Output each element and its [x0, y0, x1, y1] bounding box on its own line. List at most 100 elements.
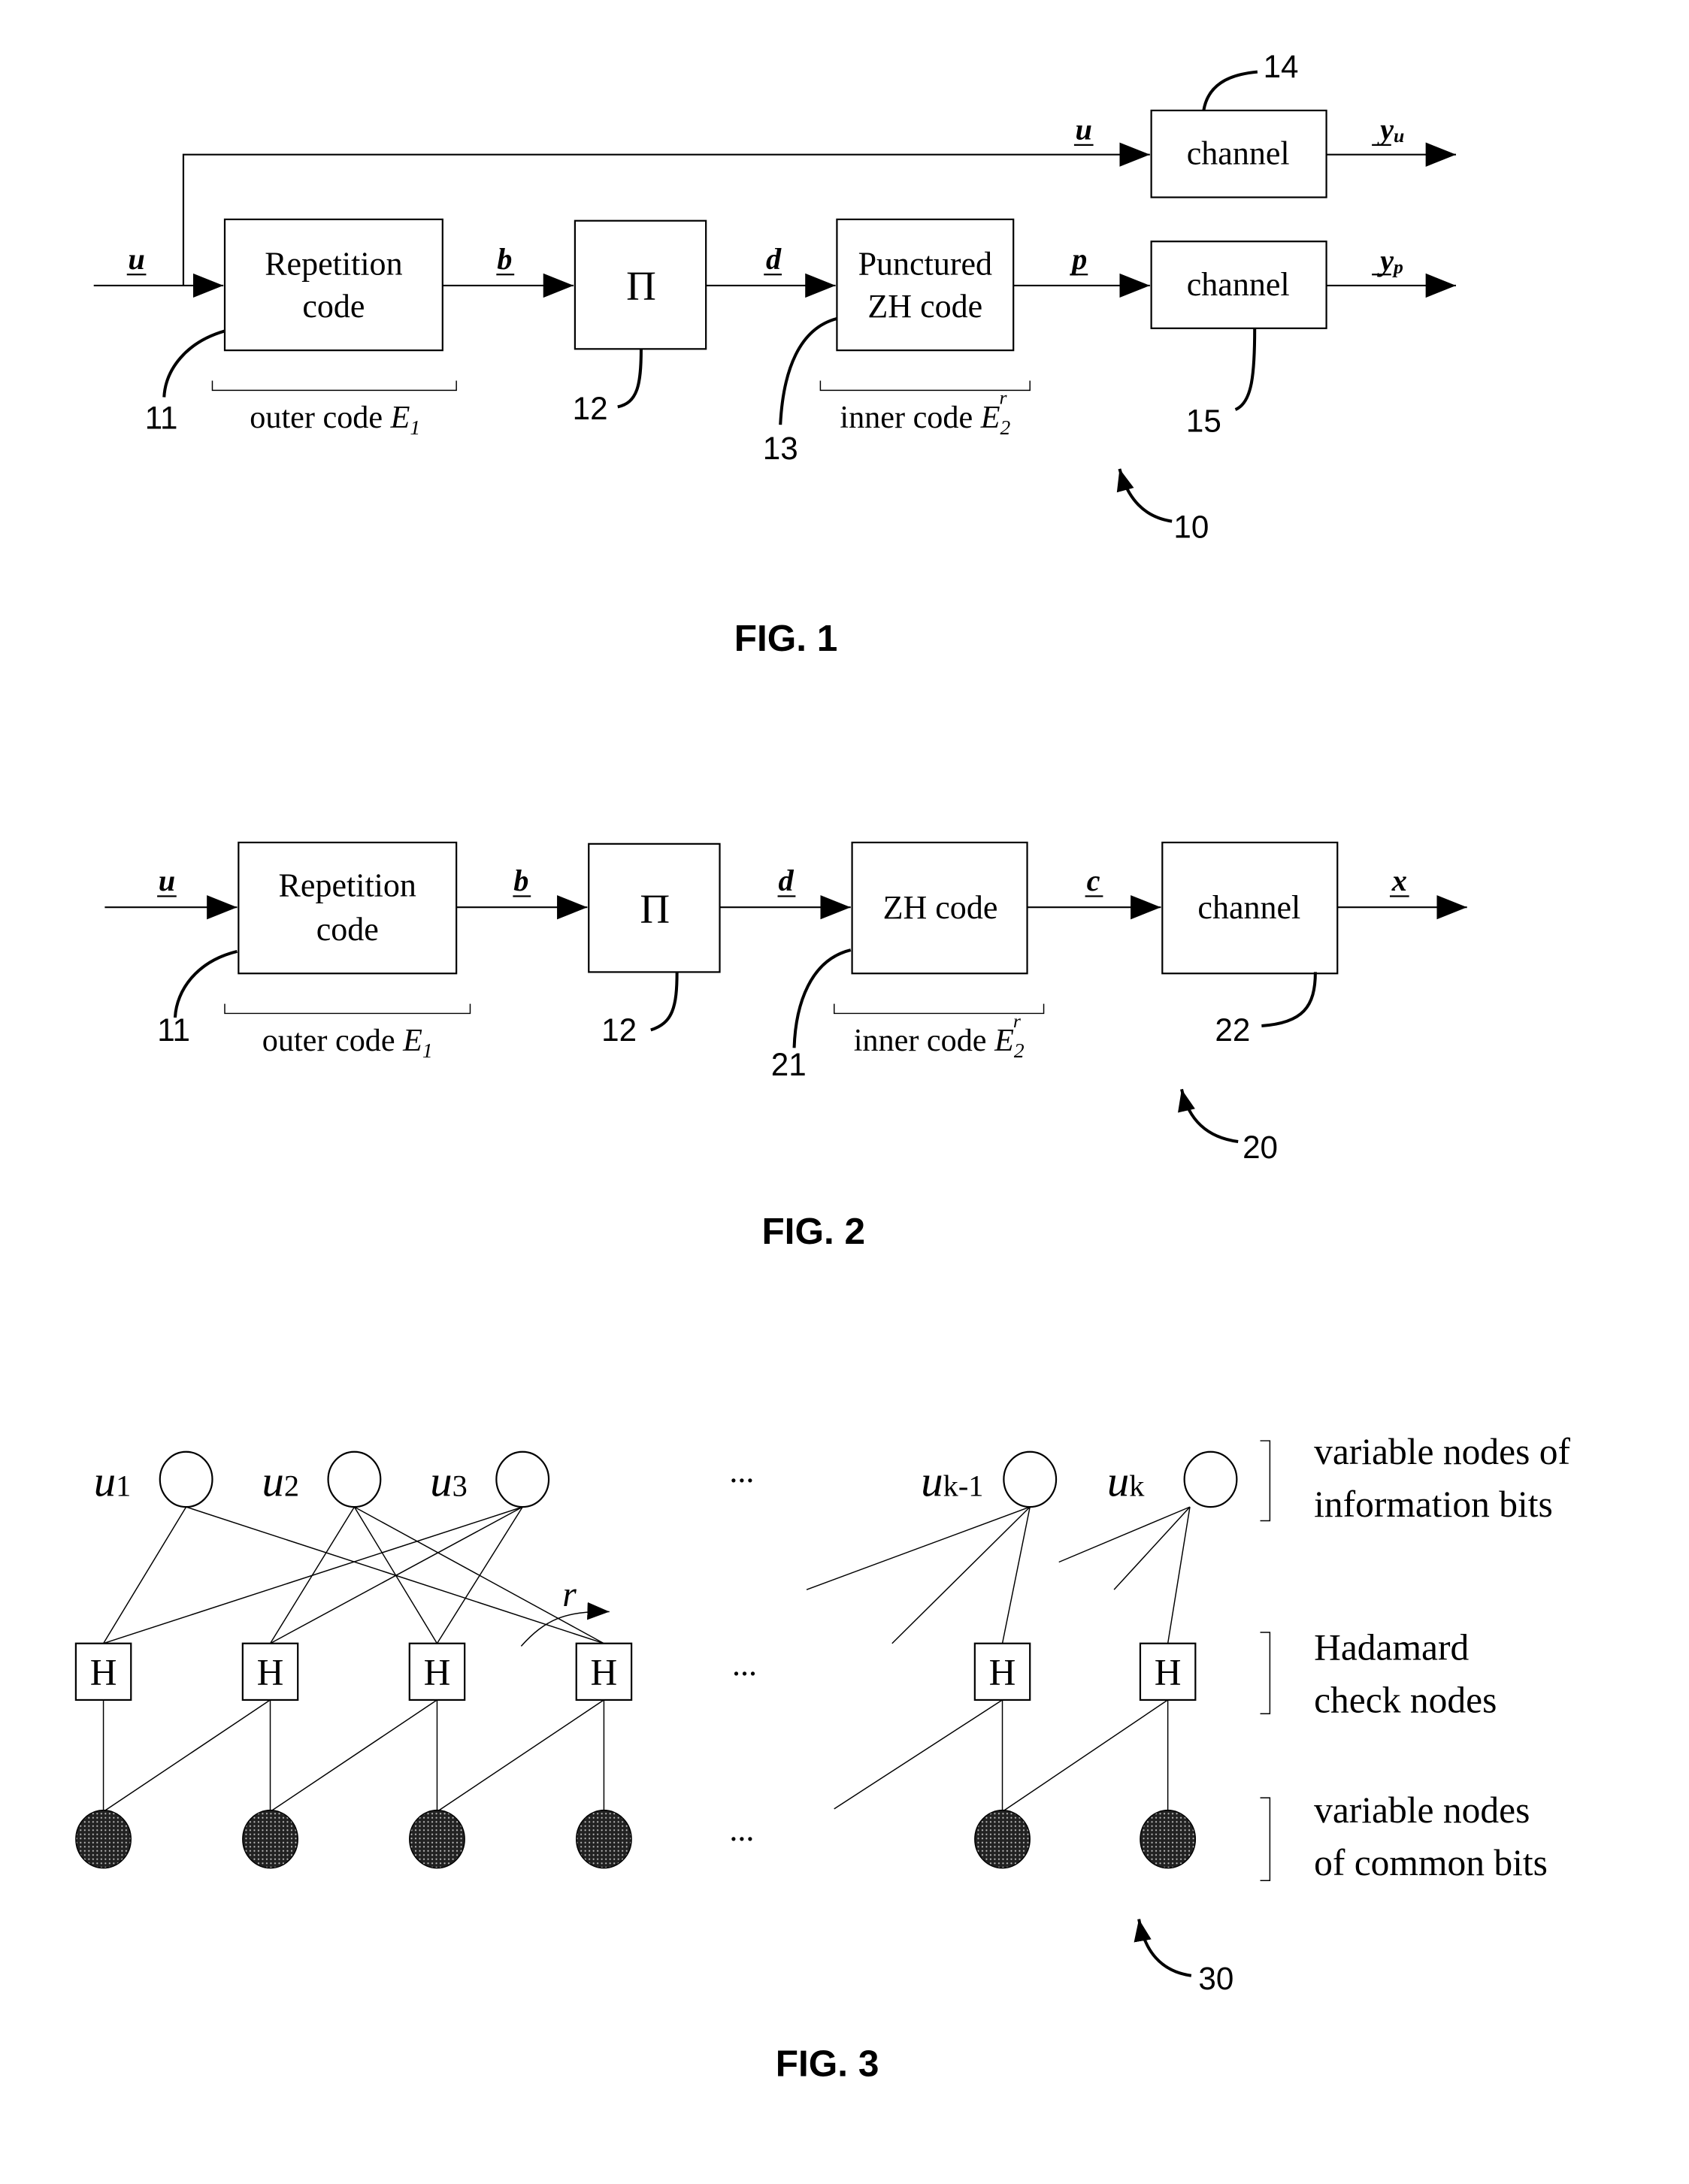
figure-1: u u Repetition code b Π d Punctured ZH c… [93, 49, 1457, 659]
fig2-ref-22: 22 [1215, 1012, 1250, 1048]
fig1-inner-code-bracket [819, 380, 1031, 392]
fig2-ref-leader-22 [1261, 972, 1317, 1027]
fig2-repetition-code-block: Repetition code [238, 841, 458, 975]
fig2-outer-code-bracket [224, 1003, 471, 1015]
fig2-ref-leader-12 [650, 972, 679, 1032]
fig1-channel-bottom-block: channel [1150, 240, 1327, 329]
fig2-signal-c: c [1087, 864, 1100, 897]
fig1-ref-10: 10 [1173, 510, 1209, 545]
fig3-info-node-k: uk [1107, 1450, 1238, 1508]
fig3-check-node: H [74, 1642, 132, 1702]
fig2-inner-code-bracket [834, 1003, 1045, 1015]
fig3-ellipsis-common: ... [729, 1811, 754, 1848]
fig1-ref-12: 12 [573, 391, 608, 426]
svg-text:uk: uk [1107, 1457, 1145, 1505]
fig1-repetition-label-2: code [302, 288, 365, 325]
fig1-system-arrow [1116, 468, 1173, 523]
fig1-channel-top-label: channel [1187, 135, 1290, 172]
fig1-inner-code-label: inner code E2r [840, 387, 1010, 439]
fig3-legend-bracket-common [1260, 1797, 1271, 1881]
svg-text:H: H [989, 1652, 1016, 1693]
fig1-ref-leader-15 [1234, 328, 1257, 411]
fig3-legend-bracket-info [1260, 1440, 1271, 1522]
fig3-legend-common-1: variable nodes [1314, 1789, 1530, 1831]
figure-3: r u1 u2 u3 uk-1 uk H H H H H H ... ... .… [74, 1431, 1571, 2085]
svg-text:H: H [424, 1652, 451, 1693]
fig1-ref-leader-12 [617, 349, 643, 409]
fig2-caption: FIG. 2 [761, 1211, 865, 1252]
fig3-common-node [575, 1809, 632, 1869]
patent-drawing-sheet: u u Repetition code b Π d Punctured ZH c… [74, 49, 1571, 2085]
fig3-check-node: H [241, 1642, 299, 1702]
fig1-signal-u-top: u [1076, 113, 1092, 147]
fig1-channel-bottom-label: channel [1187, 266, 1290, 303]
svg-text:H: H [1155, 1652, 1182, 1693]
fig1-channel-top-block: channel [1150, 109, 1327, 198]
fig1-interleaver-label: Π [626, 262, 656, 308]
fig1-signal-b: b [497, 242, 512, 276]
fig2-ref-21: 21 [771, 1047, 807, 1082]
fig2-ref-20: 20 [1243, 1130, 1278, 1165]
fig3-check-node: H [973, 1642, 1031, 1702]
fig3-info-node-1: u1 [94, 1450, 213, 1508]
fig3-legend-info-1: variable nodes of [1314, 1431, 1570, 1472]
fig3-info-node-2: u2 [262, 1450, 382, 1508]
fig3-edges-check-common [102, 1699, 1169, 1813]
fig2-signal-x: x [1391, 864, 1407, 897]
fig2-signal-u: u [159, 864, 175, 897]
fig2-inner-code-label: inner code E2r [854, 1010, 1025, 1062]
fig1-zh-label-2: ZH code [867, 288, 982, 325]
fig2-signal-d: d [778, 864, 794, 897]
fig2-interleaver-block: Π [588, 842, 721, 973]
fig3-caption: FIG. 3 [776, 2043, 879, 2085]
fig3-common-node [75, 1809, 132, 1869]
fig1-signal-u-in: u [128, 242, 144, 276]
svg-text:u2: u2 [262, 1457, 300, 1505]
fig1-ref-leader-14 [1202, 70, 1258, 111]
fig1-repetition-label-1: Repetition [265, 245, 402, 282]
fig2-interleaver-label: Π [640, 885, 670, 931]
fig3-ellipsis-info: ... [729, 1453, 754, 1490]
fig3-legend-check-2: check nodes [1314, 1679, 1497, 1720]
fig1-signal-yu: yu [1376, 113, 1404, 147]
fig1-ref-15: 15 [1186, 403, 1221, 438]
fig3-legend-info-2: information bits [1314, 1484, 1553, 1525]
fig2-ref-12: 12 [601, 1012, 637, 1048]
svg-text:H: H [257, 1652, 284, 1693]
fig2-system-arrow [1178, 1088, 1239, 1144]
fig3-rotation-label: r [562, 1575, 577, 1614]
fig2-channel-block: channel [1161, 841, 1339, 975]
fig2-zh-label: ZH code [883, 889, 998, 926]
fig3-edges-info-check [102, 1506, 1191, 1644]
fig3-common-node [974, 1809, 1031, 1869]
fig2-ref-11: 11 [157, 1012, 190, 1048]
fig2-outer-code-label: outer code E1 [262, 1023, 433, 1062]
fig1-ref-14: 14 [1264, 49, 1299, 84]
fig1-repetition-code-block: Repetition code [223, 218, 443, 352]
fig3-ellipsis-check: ... [732, 1646, 757, 1683]
fig3-info-node-3: u3 [430, 1450, 550, 1508]
fig3-legend-check-1: Hadamard [1314, 1627, 1469, 1668]
fig2-signal-b: b [513, 864, 528, 897]
fig1-interleaver-block: Π [574, 219, 707, 350]
fig3-ref-30: 30 [1198, 1961, 1233, 1996]
fig1-signal-p: p [1070, 242, 1087, 276]
fig3-legend-bracket-check [1260, 1632, 1271, 1714]
fig1-ref-11: 11 [145, 401, 178, 436]
fig1-signal-d: d [766, 242, 782, 276]
fig2-repetition-label-2: code [316, 911, 379, 948]
fig1-zh-label-1: Punctured [858, 245, 992, 282]
fig3-system-arrow [1134, 1919, 1192, 1977]
svg-text:u1: u1 [94, 1457, 132, 1505]
fig1-punctured-zh-code-block: Punctured ZH code [836, 218, 1015, 352]
fig3-common-node [409, 1809, 465, 1869]
fig1-ref-13: 13 [763, 431, 798, 466]
fig3-info-node-k-minus-1: uk-1 [921, 1450, 1058, 1508]
fig1-ref-leader-11 [162, 329, 226, 398]
fig3-common-node [1140, 1809, 1197, 1869]
fig3-check-node: H [1139, 1642, 1197, 1702]
fig1-caption: FIG. 1 [734, 618, 838, 659]
fig1-ref-leader-13 [779, 317, 837, 425]
fig1-outer-code-bracket [211, 380, 457, 392]
fig3-check-node: H [575, 1642, 633, 1702]
